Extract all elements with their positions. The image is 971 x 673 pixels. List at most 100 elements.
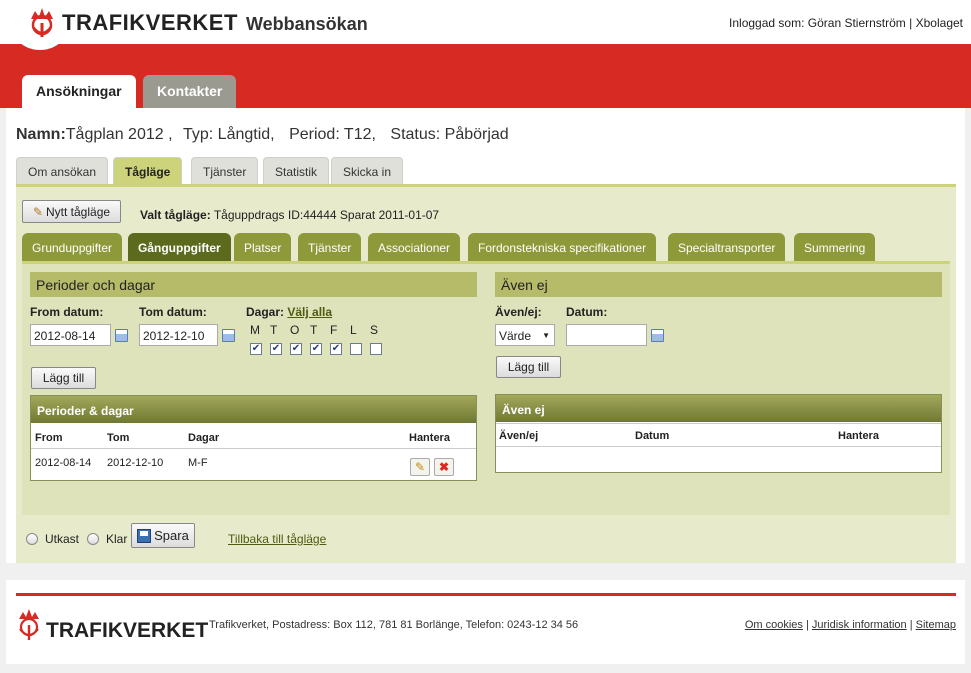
tab-statistik[interactable]: Statistik xyxy=(263,157,330,184)
done-label: Klar xyxy=(106,532,128,546)
footer-separator: | xyxy=(909,619,913,631)
periods-table-title: Perioder & dagar xyxy=(31,396,476,423)
footer-divider xyxy=(16,593,956,596)
day-letter: O xyxy=(290,323,300,337)
tab-taglage[interactable]: Tågläge xyxy=(113,157,183,184)
add-period-button[interactable]: Lägg till xyxy=(31,367,96,389)
day-checkbox[interactable]: ✔ xyxy=(270,343,282,355)
day-checkbox[interactable]: ✔ xyxy=(310,343,322,355)
pencil-icon: ✎ xyxy=(414,460,426,474)
column-header: Tom xyxy=(107,432,130,444)
aven-ej-section-title: Även ej xyxy=(495,272,942,297)
aven-ej-table-title: Även ej xyxy=(496,395,941,422)
back-to-taglage-link[interactable]: Tillbaka till tågläge xyxy=(228,532,326,546)
select-all-link[interactable]: Välj alla xyxy=(287,305,332,319)
day-checkbox[interactable] xyxy=(350,343,362,355)
login-separator: | xyxy=(909,16,913,30)
footer-address: Trafikverket, Postadress: Box 112, 781 8… xyxy=(209,619,579,631)
calendar-icon[interactable] xyxy=(222,329,235,342)
periods-section-title: Perioder och dagar xyxy=(30,272,477,297)
tab-summering[interactable]: Summering xyxy=(794,233,876,262)
to-date-label: Tom datum: xyxy=(139,305,207,319)
tab-kontakter[interactable]: Kontakter xyxy=(143,75,237,109)
day-checkbox[interactable]: ✔ xyxy=(330,343,342,355)
day-checkbox[interactable] xyxy=(370,343,382,355)
column-header: Datum xyxy=(635,430,670,442)
save-label: Spara xyxy=(154,528,189,543)
aven-ej-date-label: Datum: xyxy=(566,305,608,319)
app-title: Webbansökan xyxy=(246,14,368,34)
column-header: Dagar xyxy=(188,432,220,444)
draft-radio[interactable] xyxy=(26,533,38,545)
divider xyxy=(496,423,941,424)
edit-button[interactable]: ✎ xyxy=(410,458,430,476)
day-checkbox[interactable]: ✔ xyxy=(290,343,302,355)
application-period: Period: T12, xyxy=(289,126,376,143)
footer-links: Om cookies | Juridisk information | Site… xyxy=(745,619,956,631)
day-checkbox[interactable]: ✔ xyxy=(250,343,262,355)
selected-value: Tåguppdrags ID:44444 Sparat 2011-01-07 xyxy=(213,208,440,222)
from-date-input[interactable]: 2012-08-14 xyxy=(30,324,111,346)
from-date-label: From datum: xyxy=(30,305,104,319)
day-letter: M xyxy=(250,323,260,337)
application-type: Typ: Långtid, xyxy=(182,126,275,143)
done-radio[interactable] xyxy=(87,533,99,545)
sitemap-link[interactable]: Sitemap xyxy=(916,619,956,631)
tab-specialtransporter[interactable]: Specialtransporter xyxy=(668,233,786,262)
login-label: Inloggad som: xyxy=(729,16,805,30)
table-row: 2012-08-14 2012-12-10 M-F ✎ ✖ xyxy=(31,449,476,480)
row-to: 2012-12-10 xyxy=(107,457,164,469)
floppy-disk-icon xyxy=(137,528,152,543)
tab-grunduppgifter[interactable]: Grunduppgifter xyxy=(22,233,123,262)
logo-wordmark: TRAFIKVERKET xyxy=(62,10,238,35)
draft-label: Utkast xyxy=(45,532,80,546)
column-header: Även/ej xyxy=(499,430,539,442)
tab-associationer[interactable]: Associationer xyxy=(368,233,461,262)
day-letter: T xyxy=(270,323,278,337)
day-letter: L xyxy=(350,323,357,337)
selected-taglage: Valt tågläge: Tåguppdrags ID:44444 Spara… xyxy=(140,208,439,222)
row-from: 2012-08-14 xyxy=(35,457,92,469)
tab-ansokningar[interactable]: Ansökningar xyxy=(22,75,136,109)
application-summary: Namn:Tågplan 2012 , Typ: Långtid, Period… xyxy=(16,126,509,144)
aven-ej-type-label: Även/ej: xyxy=(495,305,542,319)
chevron-down-icon: ▼ xyxy=(542,331,550,340)
add-aven-ej-button[interactable]: Lägg till xyxy=(496,356,561,378)
pencil-icon: ✎ xyxy=(32,204,43,219)
to-date-input[interactable]: 2012-12-10 xyxy=(139,324,218,346)
day-letter: S xyxy=(370,323,379,337)
user-link[interactable]: Göran Stiernström xyxy=(808,16,906,30)
calendar-icon[interactable] xyxy=(115,329,128,342)
calendar-icon[interactable] xyxy=(651,329,664,342)
row-days: M-F xyxy=(188,457,208,469)
org-link[interactable]: Xbolaget xyxy=(916,16,963,30)
days-header: Dagar: Välj alla xyxy=(246,305,332,319)
new-taglage-label: Nytt tågläge xyxy=(46,204,111,219)
divider xyxy=(496,446,941,447)
trafikverket-crown-icon xyxy=(31,8,53,37)
new-taglage-button[interactable]: ✎ Nytt tågläge xyxy=(22,200,121,223)
aven-ej-type-select[interactable]: Värde ▼ xyxy=(495,324,555,346)
tab-om-ansokan[interactable]: Om ansökan xyxy=(16,157,109,184)
close-icon: ✖ xyxy=(438,460,450,474)
days-label: Dagar: xyxy=(246,305,285,319)
day-checkboxes: ✔ ✔ ✔ ✔ ✔ xyxy=(250,343,390,357)
selected-label: Valt tågläge: xyxy=(140,208,211,222)
legal-link[interactable]: Juridisk information xyxy=(812,619,907,631)
tab-platser[interactable]: Platser xyxy=(234,233,292,262)
cookies-link[interactable]: Om cookies xyxy=(745,619,803,631)
tab-skicka-in[interactable]: Skicka in xyxy=(331,157,404,184)
login-info: Inloggad som: Göran Stiernström | Xbolag… xyxy=(729,16,963,30)
delete-button[interactable]: ✖ xyxy=(434,458,454,476)
day-letter: T xyxy=(310,323,318,337)
tab-tjanster-taglage[interactable]: Tjänster xyxy=(298,233,362,262)
footer-logo-wordmark: TRAFIKVERKET xyxy=(46,619,209,642)
tab-ganguppgifter[interactable]: Gånguppgifter xyxy=(128,233,231,262)
tab-fordonstekniska[interactable]: Fordonstekniska specifikationer xyxy=(468,233,657,262)
trafikverket-crown-icon xyxy=(19,609,39,640)
aven-ej-type-value: Värde xyxy=(499,329,532,343)
tab-tjanster[interactable]: Tjänster xyxy=(191,157,259,184)
column-header: Hantera xyxy=(409,432,450,444)
aven-ej-date-input[interactable] xyxy=(566,324,647,346)
save-button[interactable]: Spara xyxy=(131,523,195,548)
